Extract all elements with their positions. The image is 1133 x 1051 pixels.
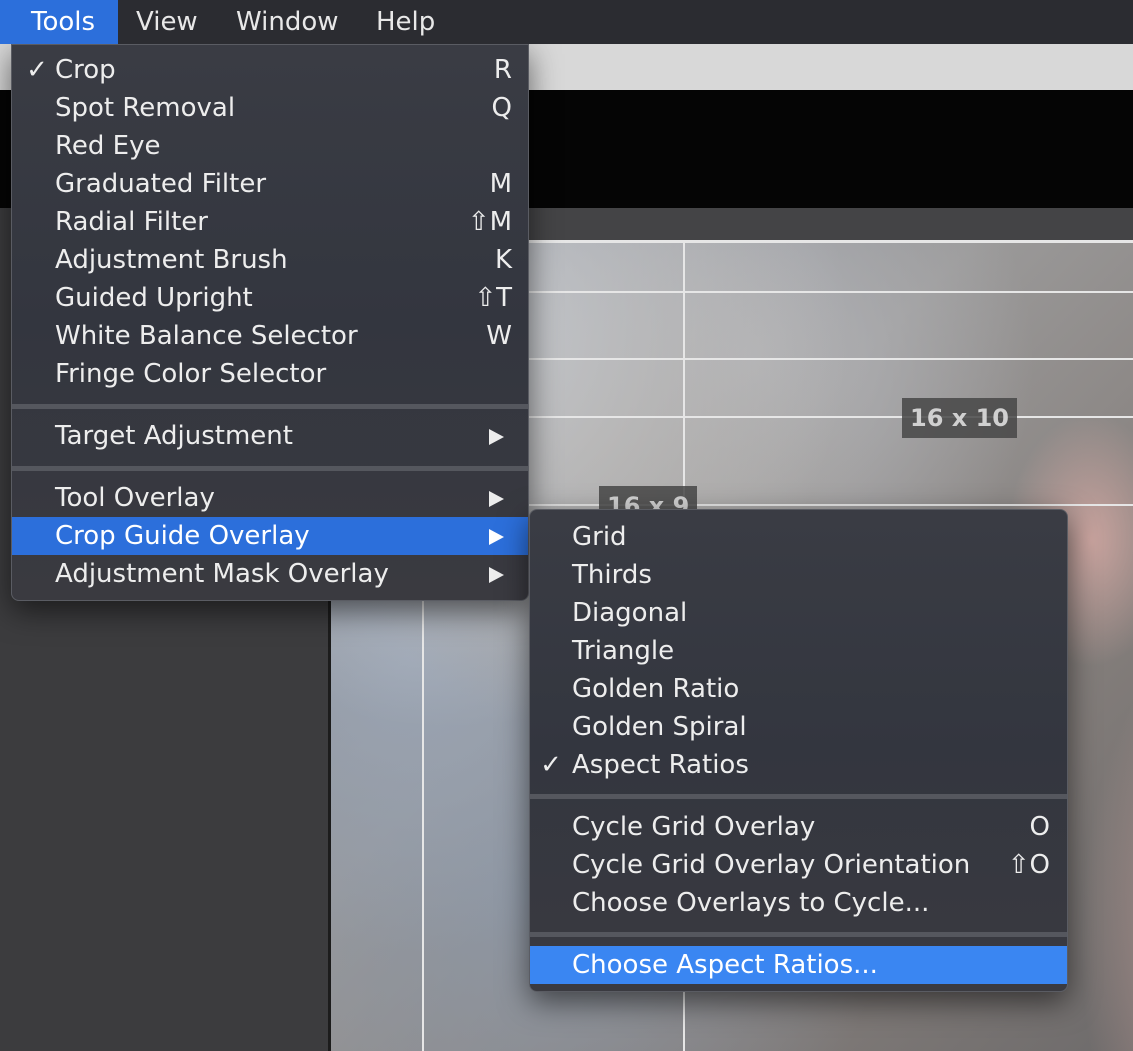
aspect-ratio-label: 16 x 9 — [599, 486, 698, 510]
aspect-ratio-label: 16 x 10 — [902, 398, 1017, 438]
menu-item-shortcut: M — [489, 169, 512, 199]
menu-item-label: White Balance Selector — [55, 321, 358, 351]
submenu-arrow-icon — [489, 491, 504, 507]
menu-item-shortcut: R — [493, 55, 512, 85]
menu-item-adjustment-brush[interactable]: Adjustment Brush K — [12, 241, 528, 279]
menu-item-label: Aspect Ratios — [572, 750, 749, 780]
menu-item-shortcut: ⇧M — [467, 207, 512, 237]
menu-item-label: Radial Filter — [55, 207, 208, 237]
menu-item-graduated-filter[interactable]: Graduated Filter M — [12, 165, 528, 203]
checkmark-icon: ✓ — [540, 750, 562, 780]
submenu-item-cycle-grid-overlay-orientation[interactable]: Cycle Grid Overlay Orientation ⇧O — [530, 846, 1067, 884]
menu-item-label: Golden Ratio — [572, 674, 740, 704]
menu-item-label: Grid — [572, 522, 627, 552]
menu-item-label: Choose Aspect Ratios... — [572, 950, 878, 980]
menu-item-label: Triangle — [572, 636, 675, 666]
submenu-item-aspect-ratios[interactable]: ✓ Aspect Ratios — [530, 746, 1067, 784]
menu-item-shortcut: K — [494, 245, 512, 275]
submenu-item-triangle[interactable]: Triangle — [530, 632, 1067, 670]
menu-item-label: Thirds — [572, 560, 652, 590]
menu-item-label: Graduated Filter — [55, 169, 267, 199]
menu-separator — [530, 932, 1067, 937]
menu-item-fringe-color-selector[interactable]: Fringe Color Selector — [12, 355, 528, 393]
menu-separator — [12, 404, 528, 409]
submenu-item-choose-overlays-to-cycle[interactable]: Choose Overlays to Cycle... — [530, 884, 1067, 922]
submenu-item-diagonal[interactable]: Diagonal — [530, 594, 1067, 632]
menu-item-crop-guide-overlay[interactable]: Crop Guide Overlay — [12, 517, 528, 555]
menu-item-label: Spot Removal — [55, 93, 236, 123]
menu-item-red-eye[interactable]: Red Eye — [12, 127, 528, 165]
tools-menu: ✓ Crop R Spot Removal Q Red Eye Graduate… — [11, 44, 529, 601]
menu-item-label: Diagonal — [572, 598, 688, 628]
menu-item-guided-upright[interactable]: Guided Upright ⇧T — [12, 279, 528, 317]
menu-item-label: Tool Overlay — [55, 483, 215, 513]
menu-separator — [530, 794, 1067, 799]
submenu-item-choose-aspect-ratios[interactable]: Choose Aspect Ratios... — [530, 946, 1067, 984]
menu-item-label: Adjustment Brush — [55, 245, 288, 275]
menu-item-radial-filter[interactable]: Radial Filter ⇧M — [12, 203, 528, 241]
menu-bar: Tools View Window Help — [0, 0, 1133, 44]
menu-item-label: Cycle Grid Overlay — [572, 812, 816, 842]
menu-item-adjustment-mask-overlay[interactable]: Adjustment Mask Overlay — [12, 555, 528, 593]
submenu-item-thirds[interactable]: Thirds — [530, 556, 1067, 594]
menu-item-label: Guided Upright — [55, 283, 253, 313]
checkmark-icon: ✓ — [26, 55, 48, 85]
menu-item-shortcut: O — [1029, 812, 1050, 842]
submenu-item-cycle-grid-overlay[interactable]: Cycle Grid Overlay O — [530, 808, 1067, 846]
menu-view[interactable]: View — [118, 0, 216, 44]
menu-item-label: Target Adjustment — [55, 421, 293, 451]
menu-item-spot-removal[interactable]: Spot Removal Q — [12, 89, 528, 127]
menu-window[interactable]: Window — [218, 0, 357, 44]
menu-help[interactable]: Help — [357, 0, 453, 44]
menu-item-shortcut: ⇧T — [474, 283, 512, 313]
submenu-item-golden-ratio[interactable]: Golden Ratio — [530, 670, 1067, 708]
menu-item-label: Fringe Color Selector — [55, 359, 327, 389]
menu-item-shortcut: ⇧O — [1007, 850, 1050, 880]
submenu-arrow-icon — [489, 529, 504, 545]
menu-item-label: Crop — [55, 55, 116, 85]
menu-item-crop[interactable]: ✓ Crop R — [12, 51, 528, 89]
menu-item-label: Red Eye — [55, 131, 161, 161]
menu-item-shortcut: Q — [491, 93, 512, 123]
submenu-item-grid[interactable]: Grid — [530, 518, 1067, 556]
menu-item-label: Crop Guide Overlay — [55, 521, 310, 551]
menu-item-label: Golden Spiral — [572, 712, 747, 742]
menu-item-label: Adjustment Mask Overlay — [55, 559, 389, 589]
menu-item-white-balance-selector[interactable]: White Balance Selector W — [12, 317, 528, 355]
menu-tools[interactable]: Tools — [0, 0, 118, 44]
menu-item-label: Choose Overlays to Cycle... — [572, 888, 930, 918]
menu-item-shortcut: W — [486, 321, 512, 351]
submenu-item-golden-spiral[interactable]: Golden Spiral — [530, 708, 1067, 746]
menu-separator — [12, 466, 528, 471]
submenu-arrow-icon — [489, 429, 504, 445]
crop-guide-overlay-submenu: Grid Thirds Diagonal Triangle Golden Rat… — [529, 509, 1068, 992]
menu-item-tool-overlay[interactable]: Tool Overlay — [12, 479, 528, 517]
menu-item-label: Cycle Grid Overlay Orientation — [572, 850, 971, 880]
submenu-arrow-icon — [489, 567, 504, 583]
menu-item-target-adjustment[interactable]: Target Adjustment — [12, 417, 528, 455]
